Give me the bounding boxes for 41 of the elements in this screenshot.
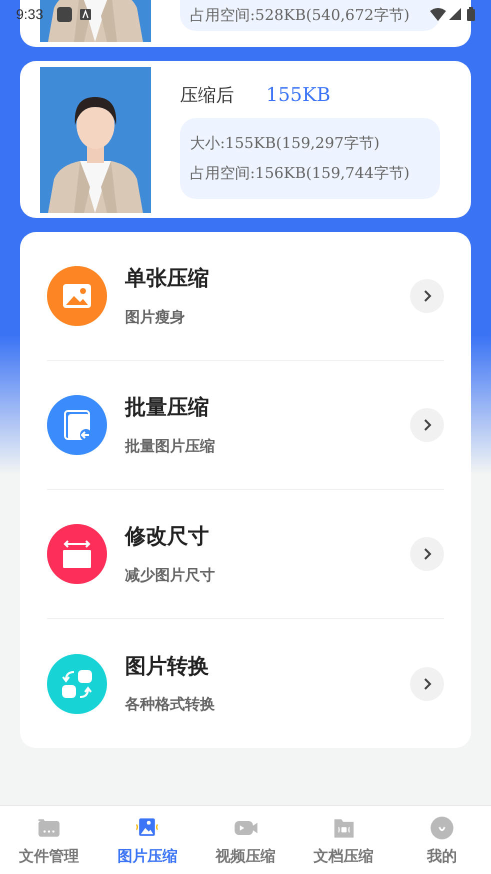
stats-text: 占用空间:156KB(159,744字节) bbox=[190, 163, 411, 184]
signal-icon bbox=[449, 8, 461, 20]
tool-title: 单张压缩 bbox=[125, 266, 210, 292]
chevron-button[interactable] bbox=[410, 279, 444, 313]
nav-label: 文件管理 bbox=[19, 847, 80, 867]
smile-icon bbox=[428, 814, 456, 842]
stats-text: 大小:155KB(159,297字节) bbox=[190, 132, 381, 154]
tool-title: 图片转换 bbox=[125, 654, 210, 680]
tool-title: 批量压缩 bbox=[125, 395, 210, 421]
chevron-button[interactable] bbox=[410, 408, 444, 442]
chevron-right-icon bbox=[422, 547, 432, 561]
chevron-button[interactable] bbox=[410, 666, 444, 700]
tool-subtitle: 批量图片压缩 bbox=[125, 436, 216, 456]
nav-label: 文档压缩 bbox=[314, 847, 374, 867]
compressed-label: 压缩后 bbox=[180, 84, 234, 108]
tool-item[interactable]: 图片转换 各种格式转换 bbox=[47, 619, 444, 748]
wifi-icon bbox=[430, 8, 446, 20]
nav-label: 我的 bbox=[426, 847, 457, 867]
nav-label: 图片压缩 bbox=[117, 847, 178, 867]
nav-tab[interactable]: 文档压缩 bbox=[294, 806, 393, 874]
tool-item[interactable]: 批量压缩 批量图片压缩 bbox=[47, 361, 444, 490]
nav-tab[interactable]: 文件管理 bbox=[0, 806, 98, 874]
chevron-right-icon bbox=[422, 289, 432, 303]
chevron-right-icon bbox=[422, 676, 432, 690]
tool-subtitle: 减少图片尺寸 bbox=[125, 566, 216, 586]
notification-icon bbox=[57, 6, 72, 22]
tool-item[interactable]: 单张压缩 图片瘦身 bbox=[47, 232, 444, 361]
nav-tab[interactable]: 我的 bbox=[392, 806, 491, 874]
tool-subtitle: 图片瘦身 bbox=[125, 308, 186, 328]
battery-icon bbox=[467, 7, 475, 21]
tool-subtitle: 各种格式转换 bbox=[125, 695, 216, 715]
compressed-size: 155KB bbox=[266, 83, 330, 108]
keyboard-icon bbox=[80, 8, 92, 20]
chevron-button[interactable] bbox=[410, 537, 444, 571]
tool-item[interactable]: 修改尺寸 减少图片尺寸 bbox=[47, 490, 444, 619]
chevron-right-icon bbox=[422, 418, 432, 432]
nav-tab[interactable]: 图片压缩 bbox=[98, 806, 196, 874]
nav-tab[interactable]: 视频压缩 bbox=[196, 806, 295, 874]
stats-text: 占用空间:528KB(540,672字节) bbox=[190, 5, 410, 26]
nav-label: 视频压缩 bbox=[216, 847, 276, 867]
tool-title: 修改尺寸 bbox=[125, 524, 210, 550]
